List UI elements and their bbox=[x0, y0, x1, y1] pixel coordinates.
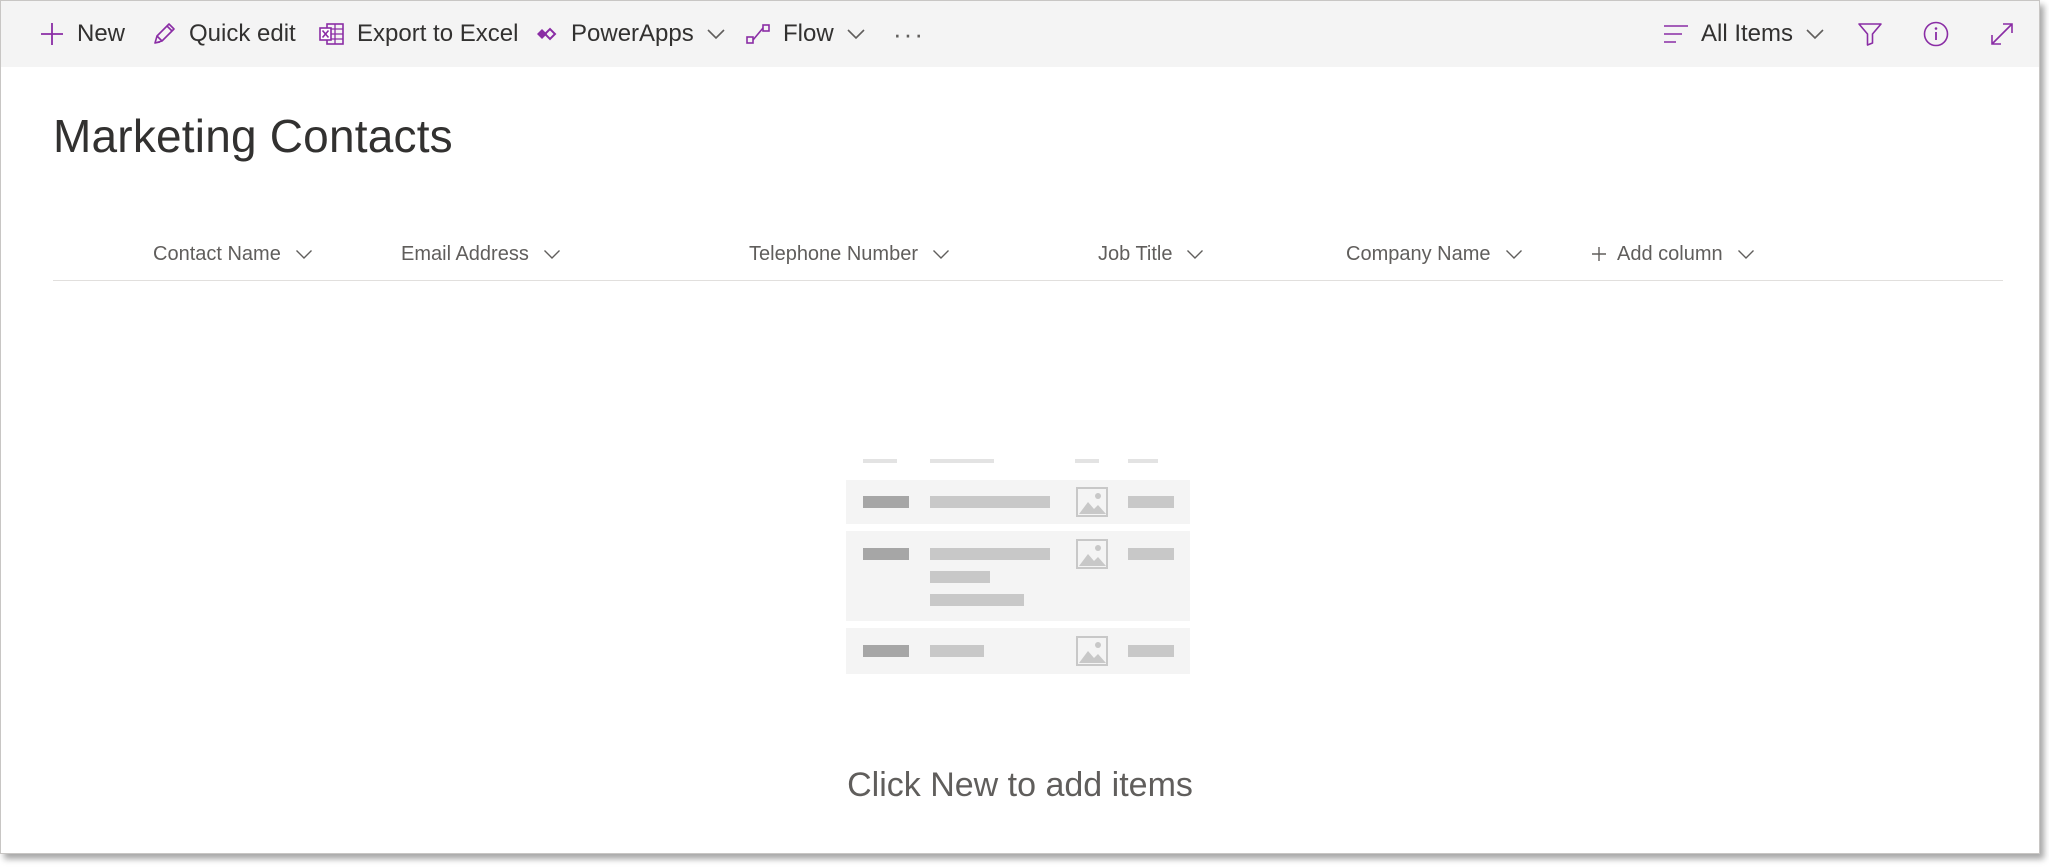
filter-icon bbox=[1855, 19, 1885, 49]
flow-label: Flow bbox=[783, 20, 834, 47]
more-actions-button[interactable]: ··· bbox=[893, 1, 925, 67]
chevron-down-icon bbox=[846, 28, 866, 40]
column-header-label: Company Name bbox=[1346, 242, 1491, 265]
column-header-contact-name[interactable]: Contact Name bbox=[153, 237, 313, 271]
plus-icon bbox=[1591, 246, 1607, 262]
excel-icon bbox=[317, 19, 347, 49]
expand-icon bbox=[1987, 19, 2017, 49]
powerapps-menu[interactable]: PowerApps bbox=[531, 1, 726, 67]
plus-icon bbox=[37, 19, 67, 49]
command-bar: New Quick edit Export to Excel PowerApps… bbox=[1, 1, 2039, 67]
info-icon bbox=[1921, 19, 1951, 49]
export-to-excel-label: Export to Excel bbox=[357, 20, 519, 47]
chevron-down-icon bbox=[543, 249, 561, 260]
export-to-excel-button[interactable]: Export to Excel bbox=[317, 1, 518, 67]
filter-button[interactable] bbox=[1855, 1, 1885, 67]
column-header-label: Telephone Number bbox=[749, 242, 918, 265]
add-column-label: Add column bbox=[1617, 242, 1723, 265]
column-header-company-name[interactable]: Company Name bbox=[1346, 237, 1523, 271]
chevron-down-icon bbox=[1505, 249, 1523, 260]
quick-edit-button[interactable]: Quick edit bbox=[149, 1, 296, 67]
expand-button[interactable] bbox=[1987, 1, 2017, 67]
flow-menu[interactable]: Flow bbox=[743, 1, 866, 67]
column-header-job-title[interactable]: Job Title bbox=[1098, 237, 1204, 271]
chevron-down-icon bbox=[706, 28, 726, 40]
view-switcher[interactable]: All Items bbox=[1661, 1, 1825, 67]
app-window: New Quick edit Export to Excel PowerApps… bbox=[0, 0, 2040, 854]
view-lines-icon bbox=[1661, 19, 1691, 49]
quick-edit-label: Quick edit bbox=[189, 20, 296, 47]
flow-icon bbox=[743, 19, 773, 49]
column-header-label: Contact Name bbox=[153, 242, 281, 265]
page-title: Marketing Contacts bbox=[53, 110, 453, 162]
new-button-label: New bbox=[77, 20, 126, 47]
column-header-label: Job Title bbox=[1098, 242, 1173, 265]
pencil-icon bbox=[149, 19, 179, 49]
chevron-down-icon bbox=[932, 249, 950, 260]
empty-state-message: Click New to add items bbox=[847, 766, 1193, 804]
add-column-button[interactable]: Add column bbox=[1591, 237, 1755, 271]
chevron-down-icon bbox=[1737, 249, 1755, 260]
chevron-down-icon bbox=[1805, 28, 1825, 40]
chevron-down-icon bbox=[295, 249, 313, 260]
info-button[interactable] bbox=[1921, 1, 1951, 67]
empty-list-illustration bbox=[846, 456, 1190, 676]
view-switcher-label: All Items bbox=[1701, 20, 1794, 47]
header-divider bbox=[53, 280, 2003, 281]
new-button[interactable]: New bbox=[37, 1, 125, 67]
column-header-email-address[interactable]: Email Address bbox=[401, 237, 561, 271]
ellipsis-icon: ··· bbox=[893, 18, 925, 49]
chevron-down-icon bbox=[1186, 249, 1204, 260]
column-header-label: Email Address bbox=[401, 242, 529, 265]
column-header-telephone-number[interactable]: Telephone Number bbox=[749, 237, 950, 271]
powerapps-icon bbox=[531, 19, 561, 49]
powerapps-label: PowerApps bbox=[571, 20, 694, 47]
